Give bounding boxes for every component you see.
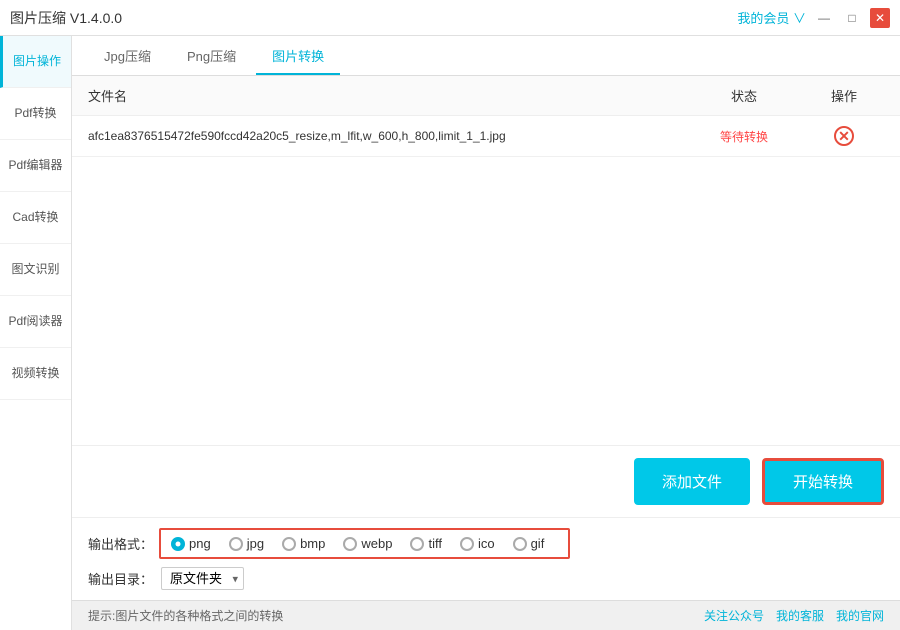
- main-layout: 图片操作 Pdf转换 Pdf编辑器 Cad转换 图文识别 Pdf阅读器 视频转换…: [0, 36, 900, 630]
- format-label: 输出格式：: [88, 534, 153, 553]
- output-dir-label: 输出目录：: [88, 569, 153, 588]
- table-row: afc1ea8376515472fe590fccd42a20c5_resize,…: [72, 116, 900, 157]
- close-button[interactable]: ✕: [870, 8, 890, 28]
- cell-action: ✕: [804, 126, 884, 146]
- format-option-png[interactable]: png: [171, 536, 211, 551]
- radio-gif[interactable]: [513, 537, 527, 551]
- sidebar-item-pdf-editor[interactable]: Pdf编辑器: [0, 140, 71, 192]
- radio-ico[interactable]: [460, 537, 474, 551]
- maximize-button[interactable]: □: [842, 8, 862, 28]
- sidebar-item-pic-ops[interactable]: 图片操作: [0, 36, 71, 88]
- minimize-button[interactable]: —: [814, 8, 834, 28]
- column-header-filename: 文件名: [88, 86, 684, 105]
- tab-png[interactable]: Png压缩: [171, 38, 252, 75]
- output-dir-row: 输出目录： 原文件夹: [88, 567, 884, 590]
- radio-png[interactable]: [171, 537, 185, 551]
- statusbar-link-official-account[interactable]: 关注公众号: [704, 607, 764, 624]
- format-option-tiff[interactable]: tiff: [410, 536, 442, 551]
- add-file-button[interactable]: 添加文件: [634, 458, 750, 505]
- table-header: 文件名 状态 操作: [72, 76, 900, 116]
- format-option-bmp[interactable]: bmp: [282, 536, 325, 551]
- app-title: 图片压缩 V1.4.0.0: [10, 8, 122, 28]
- button-row: 添加文件 开始转换: [72, 445, 900, 517]
- column-header-status: 状态: [684, 86, 804, 105]
- tab-convert[interactable]: 图片转换: [256, 38, 340, 75]
- statusbar-hint: 提示:图片文件的各种格式之间的转换: [88, 607, 283, 624]
- sidebar-item-video-convert[interactable]: 视频转换: [0, 348, 71, 400]
- column-header-action: 操作: [804, 86, 884, 105]
- radio-tiff[interactable]: [410, 537, 424, 551]
- tabbar: Jpg压缩 Png压缩 图片转换: [72, 36, 900, 76]
- statusbar-link-customer-service[interactable]: 我的客服: [776, 607, 824, 624]
- file-area: 文件名 状态 操作 afc1ea8376515472fe590fccd42a20…: [72, 76, 900, 517]
- format-row-wrapper: 输出格式： png jpg bmp: [88, 528, 884, 559]
- radio-webp[interactable]: [343, 537, 357, 551]
- format-option-gif[interactable]: gif: [513, 536, 545, 551]
- radio-jpg[interactable]: [229, 537, 243, 551]
- sidebar-item-cad-convert[interactable]: Cad转换: [0, 192, 71, 244]
- titlebar: 图片压缩 V1.4.0.0 我的会员 ∨ — □ ✕: [0, 0, 900, 36]
- statusbar: 提示:图片文件的各种格式之间的转换 关注公众号 我的客服 我的官网: [72, 600, 900, 630]
- output-dir-select-wrapper: 原文件夹: [161, 567, 244, 590]
- format-option-ico[interactable]: ico: [460, 536, 495, 551]
- start-convert-button[interactable]: 开始转换: [762, 458, 884, 505]
- format-options-row: png jpg bmp webp: [159, 528, 570, 559]
- radio-bmp[interactable]: [282, 537, 296, 551]
- content-area: Jpg压缩 Png压缩 图片转换 文件名 状态 操作 afc1ea8376515…: [72, 36, 900, 630]
- format-option-jpg[interactable]: jpg: [229, 536, 264, 551]
- titlebar-controls: 我的会员 ∨ — □ ✕: [737, 8, 890, 28]
- statusbar-link-official-site[interactable]: 我的官网: [836, 607, 884, 624]
- member-button[interactable]: 我的会员 ∨: [737, 8, 806, 27]
- statusbar-links: 关注公众号 我的客服 我的官网: [704, 607, 884, 624]
- cell-filename: afc1ea8376515472fe590fccd42a20c5_resize,…: [88, 129, 684, 143]
- tab-jpg[interactable]: Jpg压缩: [88, 38, 167, 75]
- cell-status: 等待转换: [684, 128, 804, 145]
- output-dir-select[interactable]: 原文件夹: [161, 567, 244, 590]
- sidebar-item-ocr[interactable]: 图文识别: [0, 244, 71, 296]
- sidebar: 图片操作 Pdf转换 Pdf编辑器 Cad转换 图文识别 Pdf阅读器 视频转换: [0, 36, 72, 630]
- format-section: 输出格式： png jpg bmp: [72, 517, 900, 600]
- format-option-webp[interactable]: webp: [343, 536, 392, 551]
- sidebar-item-pdf-convert[interactable]: Pdf转换: [0, 88, 71, 140]
- table-body: afc1ea8376515472fe590fccd42a20c5_resize,…: [72, 116, 900, 445]
- sidebar-item-pdf-reader[interactable]: Pdf阅读器: [0, 296, 71, 348]
- delete-button[interactable]: ✕: [834, 126, 854, 146]
